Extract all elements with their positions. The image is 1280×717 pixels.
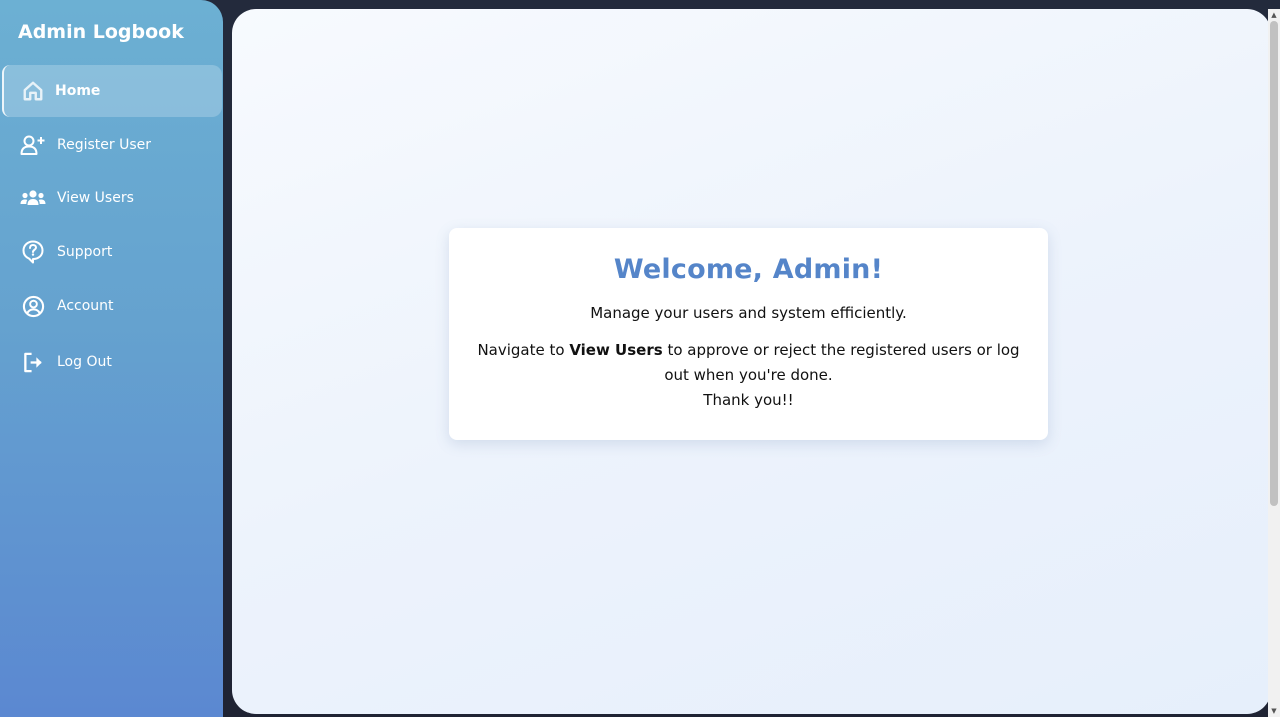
welcome-thanks: Thank you!! [703,391,794,409]
sidebar-item-view-users[interactable]: View Users [2,172,222,224]
scroll-down-arrow-icon[interactable]: ▼ [1268,705,1280,717]
users-icon [20,185,46,211]
sidebar-item-label: Register User [57,137,152,153]
sidebar: Admin Logbook Home Register User View Us… [0,0,223,717]
sidebar-item-label: Log Out [57,354,112,370]
user-plus-icon [20,132,46,158]
main-content: Welcome, Admin! Manage your users and sy… [232,9,1271,714]
sidebar-item-support[interactable]: Support [2,226,222,278]
sidebar-item-label: Home [55,83,101,99]
instruction-suffix: to approve or reject the registered user… [662,341,1020,384]
sidebar-item-register-user[interactable]: Register User [2,119,222,171]
sidebar-item-label: Support [57,244,113,260]
brand-title: Admin Logbook [18,21,184,43]
user-circle-icon [20,293,46,319]
home-icon [20,78,46,104]
scroll-thumb[interactable] [1270,21,1278,506]
scroll-up-arrow-icon[interactable]: ▲ [1268,9,1280,21]
instruction-view-users: View Users [569,341,663,359]
sidebar-item-label: View Users [57,190,134,206]
vertical-scrollbar[interactable]: ▲ ▼ [1268,9,1280,717]
welcome-card: Welcome, Admin! Manage your users and sy… [449,228,1048,440]
sidebar-item-home[interactable]: Home [2,65,222,117]
welcome-subtitle: Manage your users and system efficiently… [590,304,907,322]
sidebar-item-log-out[interactable]: Log Out [2,336,222,388]
question-icon [20,239,46,265]
welcome-instruction: Navigate to View Users to approve or rej… [449,338,1048,388]
welcome-title: Welcome, Admin! [613,254,884,285]
app-window: Admin Logbook Home Register User View Us… [0,0,1280,717]
sidebar-item-account[interactable]: Account [2,280,222,332]
sidebar-item-label: Account [57,298,114,314]
logout-icon [20,349,46,375]
instruction-prefix: Navigate to [477,341,570,359]
